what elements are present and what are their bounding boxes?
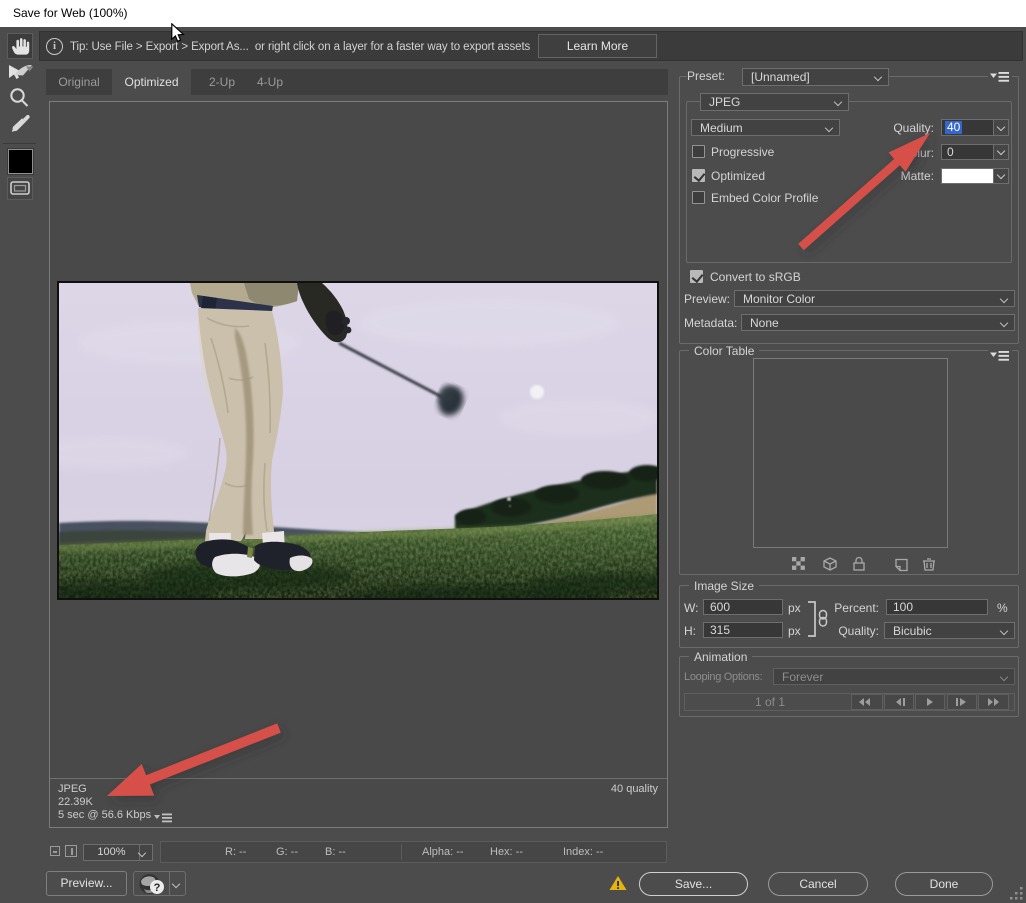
svg-text:?: ? [154,882,161,894]
